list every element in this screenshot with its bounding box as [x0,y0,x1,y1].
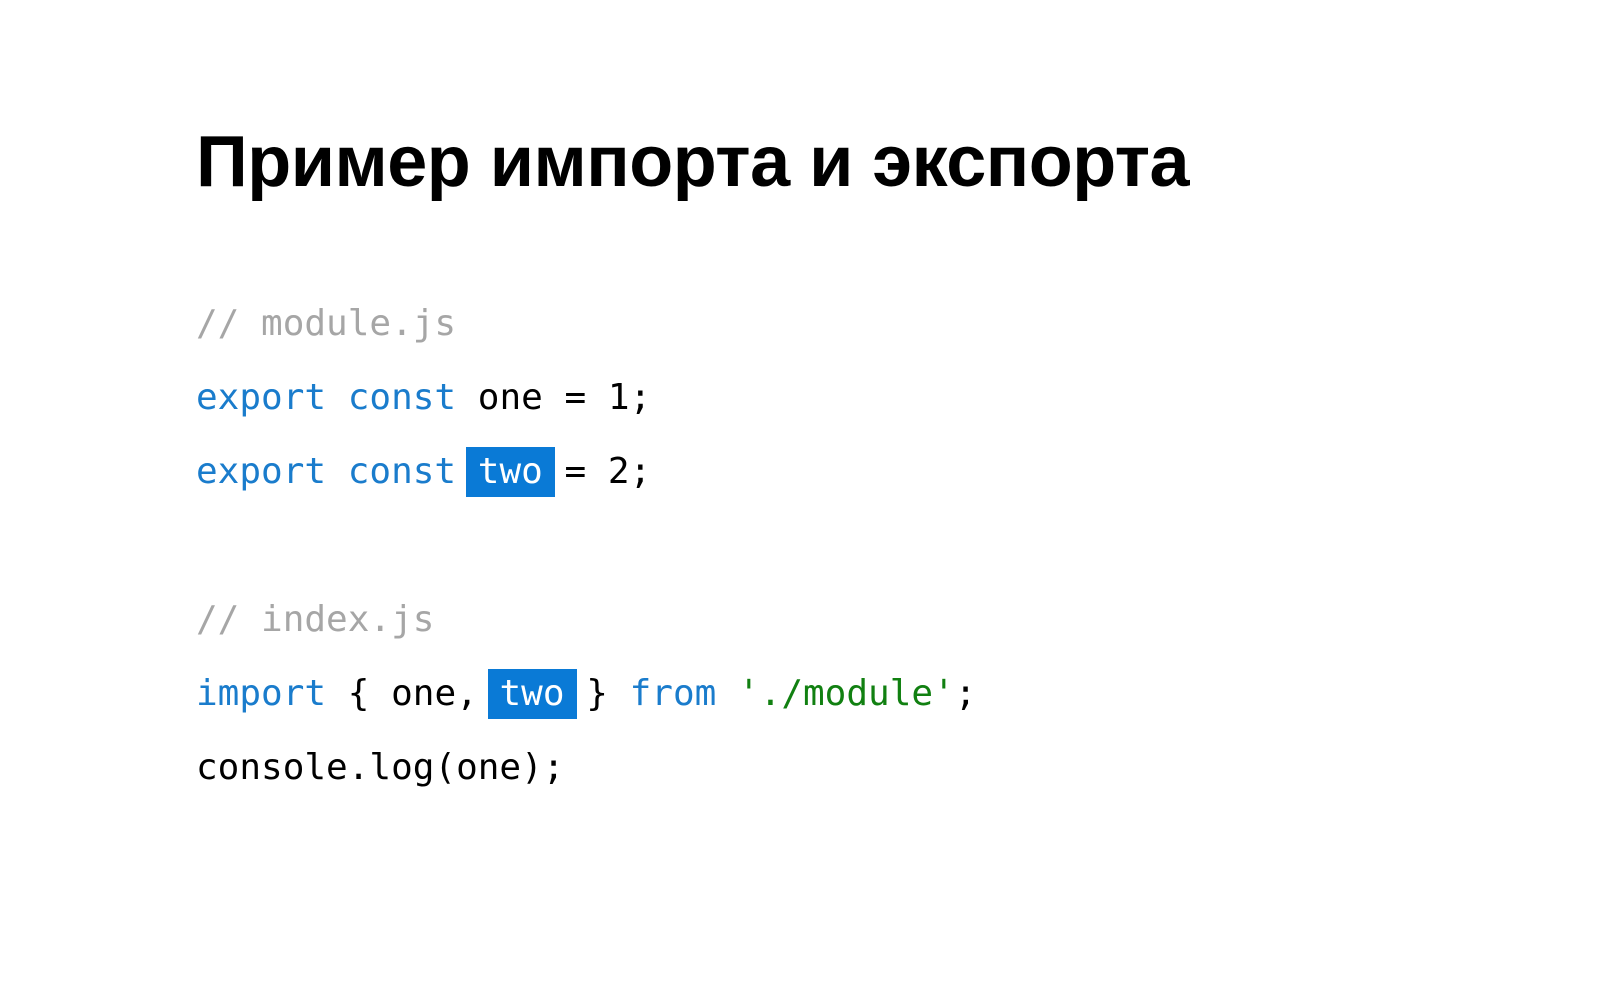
close-brace: } [586,673,608,714]
keyword-import: import [196,673,327,714]
comment-index-js: // index.js [196,599,435,640]
code-line-import: import { one, two } from './module'; [196,668,976,742]
assignment-one: = 1; [564,377,652,418]
identifier-one: one, [391,673,478,714]
code-line-export-one: export const one = 1; [196,372,976,446]
comment-module-js: // module.js [196,303,457,344]
keyword-export: export [196,451,327,492]
keyword-from: from [629,673,717,714]
code-line-module-comment: // module.js [196,298,976,372]
code-line-export-two: export const two = 2; [196,446,976,520]
keyword-export: export [196,377,327,418]
keyword-const: const [347,377,457,418]
console-log-call: console.log(one); [196,747,565,788]
identifier-one: one [477,377,543,418]
semicolon: ; [954,673,977,714]
code-block: // module.js export const one = 1; expor… [196,298,976,816]
assignment-two: = 2; [564,451,652,492]
code-line-index-comment: // index.js [196,594,976,668]
identifier-two-highlighted: two [487,669,577,719]
keyword-const: const [347,451,457,492]
code-line-console-log: console.log(one); [196,742,976,816]
open-brace: { [347,673,370,714]
identifier-two-highlighted: two [465,447,555,497]
slide-title: Пример импорта и экспорта [196,122,1190,202]
module-path-string: './module' [737,673,955,714]
